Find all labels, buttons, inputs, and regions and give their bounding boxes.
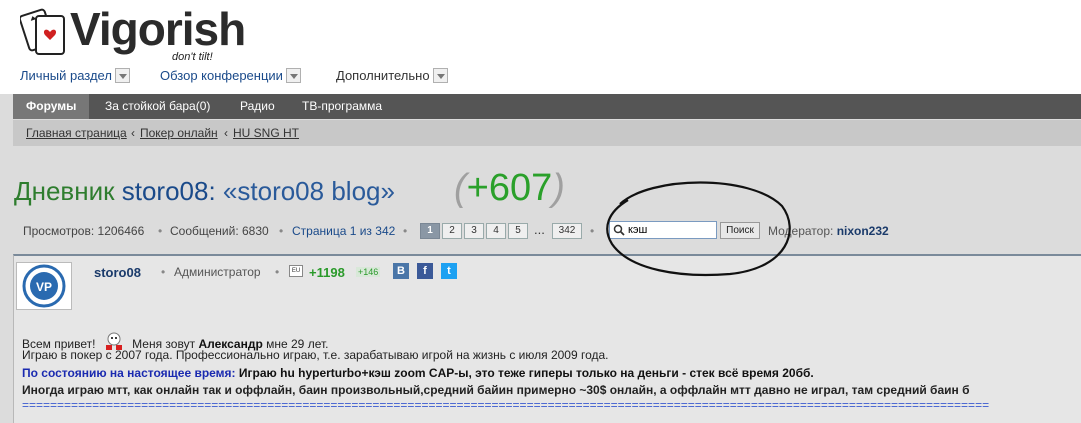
breadcrumb-hu-sng[interactable]: HU SNG HT xyxy=(233,126,299,140)
moderator-label: Модератор: xyxy=(768,224,834,238)
title-blog: «storo08 blog» xyxy=(222,176,395,206)
post-line-2: Играю в покер с 2007 года. Профессиональ… xyxy=(22,348,609,362)
author-dot: • xyxy=(275,265,280,279)
twitter-icon[interactable]: t xyxy=(441,263,457,279)
moderator-info: Модератор: nixon232 xyxy=(768,224,889,238)
page-1-button[interactable]: 1 xyxy=(420,223,440,239)
chevron-down-icon[interactable] xyxy=(114,68,130,83)
views-count: Просмотров: 1206466 xyxy=(23,224,145,238)
page-indicator[interactable]: Страница 1 из 342 xyxy=(292,224,395,238)
score-value: +607 xyxy=(466,167,553,209)
page-4-button[interactable]: 4 xyxy=(486,223,506,239)
stats-dot: • xyxy=(158,224,163,238)
breadcrumb-home[interactable]: Главная страница xyxy=(26,126,127,140)
tab-tv[interactable]: ТВ-программа xyxy=(302,94,382,119)
score-paren-close: ) xyxy=(552,167,565,209)
breadcrumb-separator: ‹ xyxy=(224,126,228,140)
site-logo[interactable]: Vigorish don't tilt! xyxy=(20,4,246,66)
nav-overview-label[interactable]: Обзор конференции xyxy=(160,68,283,83)
current-status-text: Играю hu hyperturbo+кэш zoom CAP-ы, это … xyxy=(238,366,814,380)
title-prefix: Дневник xyxy=(14,176,115,206)
breadcrumb-separator: ‹ xyxy=(131,126,135,140)
moderator-name[interactable]: nixon232 xyxy=(837,224,889,238)
team-logo-icon: VP xyxy=(22,264,66,308)
author-role: Администратор xyxy=(174,265,261,279)
tab-bar[interactable]: За стойкой бара(0) xyxy=(105,94,210,119)
current-status-label: По состоянию на настоящее время: xyxy=(22,366,236,380)
logo-tagline: don't tilt! xyxy=(172,51,213,63)
search-field[interactable] xyxy=(609,221,717,239)
chevron-down-icon[interactable] xyxy=(285,68,301,83)
nav-more-label[interactable]: Дополнительно xyxy=(336,68,430,83)
search-button[interactable]: Поиск xyxy=(720,222,760,239)
nav-personal-label[interactable]: Личный раздел xyxy=(20,68,112,83)
page-2-button[interactable]: 2 xyxy=(442,223,462,239)
post-line-4: Иногда играю мтт, как онлайн так и оффла… xyxy=(22,383,970,397)
pagination-ellipsis: ... xyxy=(534,222,545,237)
tab-radio[interactable]: Радио xyxy=(240,94,275,119)
diary-score: (+607) xyxy=(454,166,565,210)
title-user[interactable]: storo08: xyxy=(122,176,216,206)
search-icon xyxy=(613,224,625,236)
nav-more[interactable]: Дополнительно xyxy=(336,68,448,83)
main-menu-bar: Форумы За стойкой бара(0) Радио ТВ-прогр… xyxy=(13,94,1081,119)
page-3-button[interactable]: 3 xyxy=(464,223,484,239)
search-input[interactable] xyxy=(628,223,714,237)
cards-logo-icon xyxy=(20,8,65,55)
breadcrumb-poker-online[interactable]: Покер онлайн xyxy=(140,126,218,140)
breadcrumb: Главная страница ‹ Покер онлайн ‹ HU SNG… xyxy=(13,120,1081,146)
nav-personal[interactable]: Личный раздел xyxy=(20,68,130,83)
page-title: Дневник storo08: «storo08 blog» xyxy=(14,174,395,208)
post-line-3: По состоянию на настоящее время: Играю h… xyxy=(22,366,814,380)
avatar[interactable]: VP xyxy=(16,262,72,310)
vk-icon[interactable]: B xyxy=(393,263,409,279)
stats-dot: • xyxy=(403,224,408,238)
score-paren-open: ( xyxy=(454,167,467,209)
tab-forums[interactable]: Форумы xyxy=(13,94,90,119)
country-flag-icon: EU xyxy=(289,265,303,277)
chevron-down-icon[interactable] xyxy=(432,68,448,83)
stats-dot: • xyxy=(590,224,595,238)
logo-wordmark: Vigorish xyxy=(70,3,246,55)
page-last-button[interactable]: 342 xyxy=(552,223,582,239)
page-5-button[interactable]: 5 xyxy=(508,223,528,239)
nav-overview[interactable]: Обзор конференции xyxy=(160,68,301,83)
post-author[interactable]: storo08 xyxy=(94,265,141,280)
facebook-icon[interactable]: f xyxy=(417,263,433,279)
messages-count: Сообщений: 6830 xyxy=(170,224,269,238)
post-separator: ========================================… xyxy=(22,398,990,412)
svg-text:VP: VP xyxy=(36,280,52,294)
author-karma: +1198 xyxy=(309,265,345,280)
author-karma-small: +146 xyxy=(356,267,381,277)
stats-dot: • xyxy=(279,224,284,238)
author-dot: • xyxy=(161,265,166,279)
